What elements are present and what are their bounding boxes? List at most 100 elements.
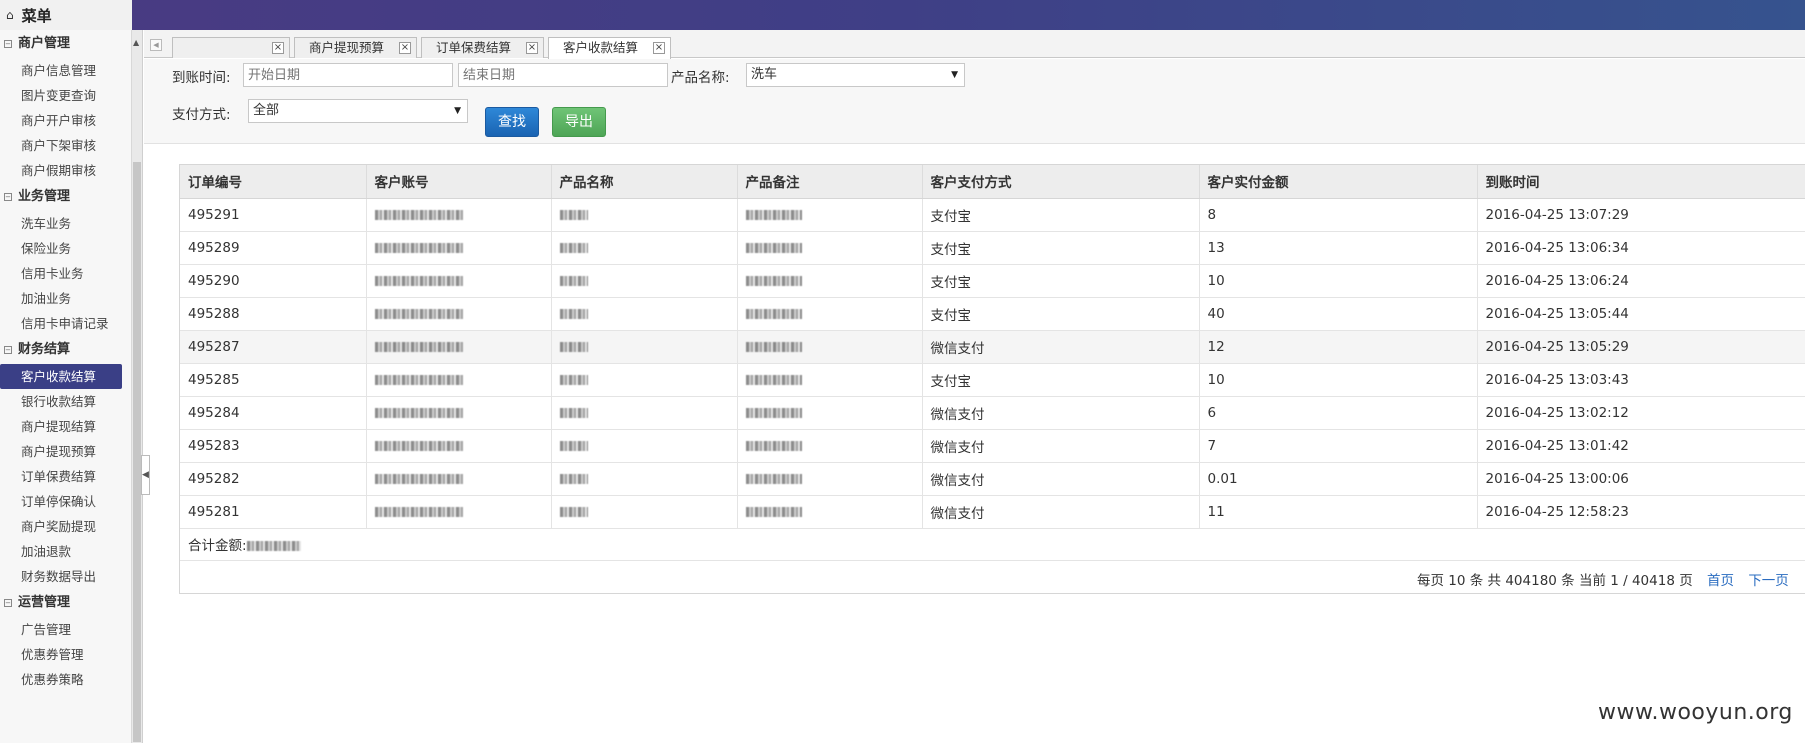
sidebar-item[interactable]: 信用卡申请记录 [0, 311, 131, 336]
table-row[interactable]: 495282 微信支付 0.01 2016-04-25 13:00:06 [180, 462, 1805, 496]
arrival-time-cell: 2016-04-25 13:05:29 [1477, 330, 1805, 364]
first-page-link[interactable]: 首页 [1707, 573, 1734, 589]
export-button[interactable]: 导出 [552, 107, 606, 137]
sidebar-item[interactable]: 客户收款结算 [0, 364, 122, 389]
redacted-product-name [559, 341, 588, 352]
column-header[interactable]: 客户支付方式 [922, 165, 1200, 199]
account-cell [366, 462, 552, 496]
tab-order-premium-settlement[interactable]: 订单保费结算 × [421, 37, 544, 58]
collapse-icon[interactable]: − [4, 40, 12, 48]
table-row[interactable]: 495289 支付宝 13 2016-04-25 13:06:34 [180, 231, 1805, 265]
tab-label: 客户收款结算 [563, 40, 639, 55]
sidebar-collapse-handle[interactable]: ◀ [141, 455, 150, 495]
total-amount: 合计金额: [188, 534, 301, 554]
next-page-link[interactable]: 下一页 [1748, 573, 1789, 589]
redacted-account [374, 407, 463, 418]
redacted-product-name [559, 209, 588, 220]
tab-blank[interactable]: × [172, 37, 290, 58]
table-row[interactable]: 495288 支付宝 40 2016-04-25 13:05:44 [180, 297, 1805, 331]
product-note-cell [737, 198, 923, 232]
collapse-icon[interactable]: − [4, 346, 12, 354]
sidebar-item[interactable]: 保险业务 [0, 236, 131, 261]
scroll-up-icon[interactable]: ▲ [133, 38, 139, 47]
close-icon[interactable]: × [399, 42, 411, 54]
sidebar-item[interactable]: 银行收款结算 [0, 389, 131, 414]
order-id-cell: 495290 [180, 264, 367, 298]
amount-cell: 6 [1199, 396, 1478, 430]
sidebar-item[interactable]: 商户奖励提现 [0, 514, 131, 539]
arrival-time-cell: 2016-04-25 13:06:24 [1477, 264, 1805, 298]
product-note-cell [737, 264, 923, 298]
close-icon[interactable]: × [653, 42, 665, 54]
redacted-product-name [559, 374, 588, 385]
redacted-product-name [559, 440, 588, 451]
arrival-time-cell: 2016-04-25 13:01:42 [1477, 429, 1805, 463]
table-row[interactable]: 495287 微信支付 12 2016-04-25 13:05:29 [180, 330, 1805, 364]
sidebar-item[interactable]: 信用卡业务 [0, 261, 131, 286]
table-row[interactable]: 495281 微信支付 11 2016-04-25 12:58:23 [180, 495, 1805, 529]
sidebar-scrollbar[interactable]: ▲ [132, 30, 143, 743]
sidebar-item[interactable]: 优惠券策略 [0, 667, 131, 692]
close-icon[interactable]: × [526, 42, 538, 54]
sidebar-item[interactable]: 广告管理 [0, 617, 131, 642]
amount-cell: 0.01 [1199, 462, 1478, 496]
product-select[interactable]: 洗车 ▼ [746, 63, 965, 87]
column-header[interactable]: 客户实付金额 [1199, 165, 1478, 199]
order-id-cell: 495287 [180, 330, 367, 364]
amount-cell: 11 [1199, 495, 1478, 529]
column-header[interactable]: 产品名称 [551, 165, 738, 199]
close-icon[interactable]: × [272, 42, 284, 54]
sidebar-item[interactable]: 财务数据导出 [0, 564, 131, 589]
collapse-icon[interactable]: − [4, 193, 12, 201]
arrival-time-cell: 2016-04-25 13:00:06 [1477, 462, 1805, 496]
sidebar-item[interactable]: 订单停保确认 [0, 489, 131, 514]
table-row[interactable]: 495291 支付宝 8 2016-04-25 13:07:29 [180, 198, 1805, 232]
order-id-cell: 495288 [180, 297, 367, 331]
search-button[interactable]: 查找 [485, 107, 539, 137]
column-header[interactable]: 客户账号 [366, 165, 552, 199]
sidebar-item[interactable]: 商户信息管理 [0, 58, 131, 83]
chevron-down-icon: ▼ [951, 70, 958, 80]
amount-cell: 40 [1199, 297, 1478, 331]
table-row[interactable]: 495283 微信支付 7 2016-04-25 13:01:42 [180, 429, 1805, 463]
sidebar-item[interactable]: 图片变更查询 [0, 83, 131, 108]
sidebar-item[interactable]: 优惠券管理 [0, 642, 131, 667]
sidebar-item[interactable]: 加油业务 [0, 286, 131, 311]
account-cell [366, 330, 552, 364]
sidebar-group[interactable]: − 业务管理 [0, 183, 131, 211]
tab-merchant-withdraw-budget[interactable]: 商户提现预算 × [294, 37, 417, 58]
home-icon[interactable]: ⌂ [6, 8, 14, 22]
tab-customer-payment-settlement[interactable]: 客户收款结算 × [548, 37, 671, 59]
product-note-cell [737, 231, 923, 265]
sidebar-group[interactable]: − 运营管理 [0, 589, 131, 617]
sidebar-item[interactable]: 商户提现结算 [0, 414, 131, 439]
account-cell [366, 396, 552, 430]
order-id-cell: 495282 [180, 462, 367, 496]
sidebar-item[interactable]: 加油退款 [0, 539, 131, 564]
column-header[interactable]: 产品备注 [737, 165, 923, 199]
column-header[interactable]: 订单编号 [180, 165, 367, 199]
end-date-input[interactable] [458, 63, 668, 87]
top-banner [0, 0, 1805, 30]
redacted-account [374, 242, 463, 253]
redacted-product-note [745, 440, 802, 451]
sidebar-item[interactable]: 商户下架审核 [0, 133, 131, 158]
redacted-product-name [559, 473, 588, 484]
sidebar-item[interactable]: 订单保费结算 [0, 464, 131, 489]
start-date-input[interactable] [243, 63, 453, 87]
sidebar-item[interactable]: 洗车业务 [0, 211, 131, 236]
menu-header[interactable]: ⌂ 菜单 [0, 0, 132, 30]
scrollbar-thumb[interactable] [133, 162, 141, 742]
tab-scroll-left-icon[interactable]: ◀ [150, 39, 162, 51]
pay-method-select[interactable]: 全部 ▼ [248, 99, 468, 123]
table-row[interactable]: 495285 支付宝 10 2016-04-25 13:03:43 [180, 363, 1805, 397]
sidebar-group[interactable]: − 商户管理 [0, 30, 131, 58]
sidebar-item[interactable]: 商户提现预算 [0, 439, 131, 464]
table-row[interactable]: 495284 微信支付 6 2016-04-25 13:02:12 [180, 396, 1805, 430]
collapse-icon[interactable]: − [4, 599, 12, 607]
table-row[interactable]: 495290 支付宝 10 2016-04-25 13:06:24 [180, 264, 1805, 298]
sidebar-group[interactable]: − 财务结算 [0, 336, 131, 364]
sidebar-item[interactable]: 商户开户审核 [0, 108, 131, 133]
sidebar-item[interactable]: 商户假期审核 [0, 158, 131, 183]
column-header[interactable]: 到账时间 [1477, 165, 1805, 199]
